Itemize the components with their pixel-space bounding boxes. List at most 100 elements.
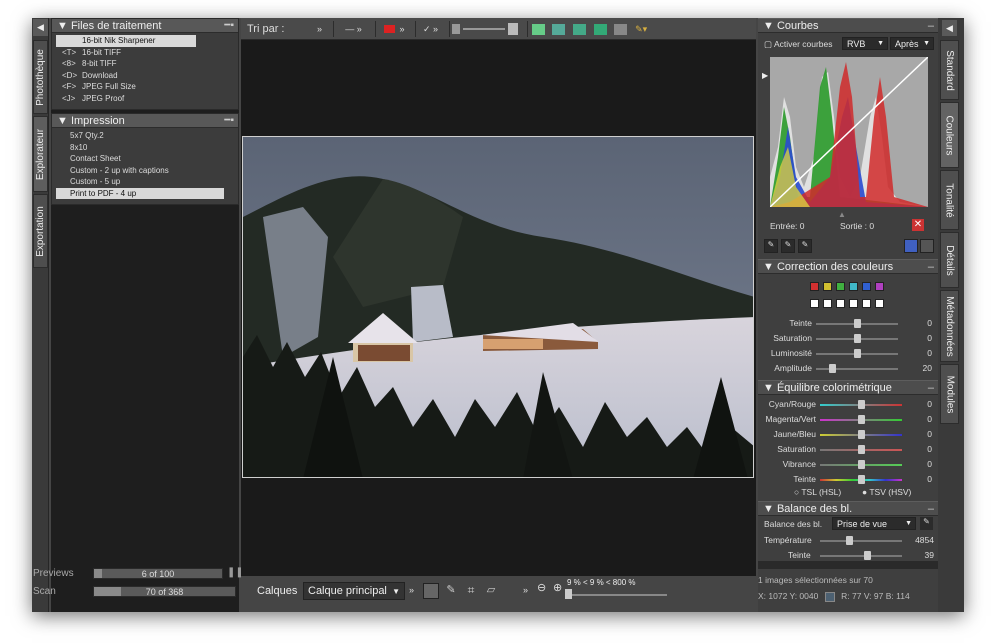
- mode-select[interactable]: Après ▼: [890, 37, 934, 50]
- slider-knob[interactable]: [858, 430, 865, 439]
- processing-item[interactable]: <T> 16-bit TIFF: [56, 47, 238, 59]
- minimize-icon[interactable]: –: [928, 381, 934, 395]
- thumbnail-size-slider[interactable]: [449, 21, 519, 37]
- color-swatch[interactable]: [862, 282, 871, 291]
- output-field[interactable]: Sortie : 0: [840, 221, 874, 231]
- processing-header[interactable]: ▼ Files de traitement ━▪: [52, 19, 238, 33]
- color-balance-slider[interactable]: Magenta/Vert 0: [758, 412, 938, 427]
- linear-mode-icon[interactable]: [920, 239, 934, 253]
- tab-metadonnees[interactable]: Métadonnées: [940, 290, 959, 362]
- slider-knob[interactable]: [854, 334, 861, 343]
- sort-more-button[interactable]: »: [317, 21, 322, 37]
- print-preset-item[interactable]: Custom - 2 up with captions: [56, 165, 238, 177]
- slider-knob[interactable]: [854, 319, 861, 328]
- swatch[interactable]: [836, 299, 845, 308]
- print-preset-item[interactable]: 8x10: [56, 142, 238, 154]
- processing-item[interactable]: <F> JPEG Full Size: [56, 81, 238, 93]
- color-correction-slider[interactable]: Teinte 0: [758, 316, 938, 331]
- white-point-marker[interactable]: ▶: [762, 71, 768, 80]
- slider-knob[interactable]: [858, 415, 865, 424]
- white-balance-header[interactable]: ▼ Balance des bl. –: [758, 501, 938, 516]
- collapse-left-icon[interactable]: ◀: [33, 19, 48, 36]
- slider-knob[interactable]: [858, 475, 865, 484]
- input-field[interactable]: Entrée: 0: [770, 221, 805, 231]
- midpoint-marker[interactable]: ▲: [838, 210, 846, 219]
- print-preset-item[interactable]: Print to PDF - 4 up: [56, 187, 224, 199]
- color-balance-slider[interactable]: Saturation 0: [758, 442, 938, 457]
- tab-explorateur[interactable]: Explorateur: [33, 116, 48, 192]
- crop-icon[interactable]: ⌗: [463, 583, 479, 599]
- tab-details[interactable]: Détails: [940, 232, 959, 288]
- pin-icon[interactable]: ━▪: [224, 19, 234, 33]
- main-photo[interactable]: [242, 136, 754, 478]
- color-correction-slider[interactable]: Amplitude 20: [758, 361, 938, 376]
- color-correction-slider[interactable]: Luminosité 0: [758, 346, 938, 361]
- gray-eyedropper-icon[interactable]: ✎: [781, 239, 795, 253]
- color-balance-header[interactable]: ▼ Équilibre colorimétrique –: [758, 380, 938, 395]
- histogram[interactable]: [770, 57, 928, 207]
- tab-modules[interactable]: Modules: [940, 364, 959, 424]
- layer-select[interactable]: Calque principal ▼: [303, 582, 405, 600]
- minimize-icon[interactable]: –: [928, 260, 934, 274]
- color-balance-slider[interactable]: Cyan/Rouge 0: [758, 397, 938, 412]
- slider-knob[interactable]: [858, 445, 865, 454]
- wb-eyedropper-icon[interactable]: ✎: [920, 517, 933, 530]
- print-preset-item[interactable]: Contact Sheet: [56, 153, 238, 165]
- color-correction-header[interactable]: ▼ Correction des couleurs –: [758, 259, 938, 274]
- color-balance-slider[interactable]: Vibrance 0: [758, 457, 938, 472]
- zoom-in-icon[interactable]: ⊕: [553, 581, 562, 594]
- view-single-icon[interactable]: [593, 23, 607, 35]
- temperature-slider[interactable]: Température 4854: [758, 533, 938, 548]
- zoom-slider-knob[interactable]: [565, 589, 572, 599]
- swatch[interactable]: [875, 299, 884, 308]
- slider-knob[interactable]: [858, 460, 865, 469]
- processing-item[interactable]: <8> 8-bit TIFF: [56, 58, 238, 70]
- slider-knob[interactable]: [854, 349, 861, 358]
- brush-icon[interactable]: ✎: [443, 583, 459, 599]
- color-swatch[interactable]: [849, 282, 858, 291]
- view-detail-icon[interactable]: [552, 23, 566, 35]
- tools-more-button[interactable]: »: [523, 585, 528, 595]
- fit-icon[interactable]: [423, 583, 439, 599]
- color-balance-slider[interactable]: Jaune/Bleu 0: [758, 427, 938, 442]
- zoom-slider[interactable]: [565, 589, 667, 599]
- curve-mode-icon[interactable]: [904, 239, 918, 253]
- layers-more-button[interactable]: »: [409, 585, 414, 595]
- processing-item[interactable]: <J> JPEG Proof: [56, 93, 238, 105]
- color-swatch[interactable]: [875, 282, 884, 291]
- slider-knob[interactable]: [858, 400, 865, 409]
- view-filmstrip-icon[interactable]: [573, 23, 587, 35]
- enable-curves-checkbox[interactable]: ▢ Activer courbes: [764, 39, 833, 50]
- print-preset-item[interactable]: 5x7 Qty.2: [56, 130, 238, 142]
- radio-hsl[interactable]: ○ TSL (HSL): [794, 487, 841, 497]
- tab-phototheque[interactable]: Photothèque: [33, 40, 48, 114]
- color-swatch[interactable]: [823, 282, 832, 291]
- minimize-icon[interactable]: –: [928, 502, 934, 516]
- swatch[interactable]: [862, 299, 871, 308]
- horizontal-scrollbar[interactable]: [758, 561, 938, 569]
- color-swatch[interactable]: [810, 282, 819, 291]
- tab-tonalite[interactable]: Tonalité: [940, 170, 959, 230]
- curves-header[interactable]: ▼ Courbes –: [758, 18, 938, 33]
- swatch[interactable]: [810, 299, 819, 308]
- minimize-icon[interactable]: –: [928, 19, 934, 33]
- pin-icon[interactable]: ━▪: [224, 114, 234, 128]
- channel-select[interactable]: RVB ▼: [842, 37, 888, 50]
- black-eyedropper-icon[interactable]: ✎: [764, 239, 778, 253]
- processing-item[interactable]: 16-bit Nik Sharpener: [56, 35, 196, 47]
- color-swatch[interactable]: [836, 282, 845, 291]
- reset-curve-icon[interactable]: ✕: [912, 219, 924, 231]
- print-header[interactable]: ▼ Impression ━▪: [52, 114, 238, 128]
- tab-standard[interactable]: Standard: [940, 40, 959, 100]
- slider-knob[interactable]: [829, 364, 837, 373]
- white-balance-select[interactable]: Prise de vue ▼: [832, 517, 916, 530]
- color-picker-icon[interactable]: ✎▾: [635, 24, 647, 35]
- line-style-button[interactable]: — »: [333, 21, 373, 37]
- collapse-right-icon[interactable]: ◀: [942, 20, 957, 36]
- view-list-icon[interactable]: [531, 23, 545, 35]
- processing-item[interactable]: <D> Download: [56, 70, 238, 82]
- color-label-button[interactable]: »: [375, 21, 413, 37]
- zoom-out-icon[interactable]: ⊖: [537, 581, 546, 594]
- tab-exportation[interactable]: Exportation: [33, 194, 48, 268]
- check-button[interactable]: ✓ »: [415, 21, 445, 37]
